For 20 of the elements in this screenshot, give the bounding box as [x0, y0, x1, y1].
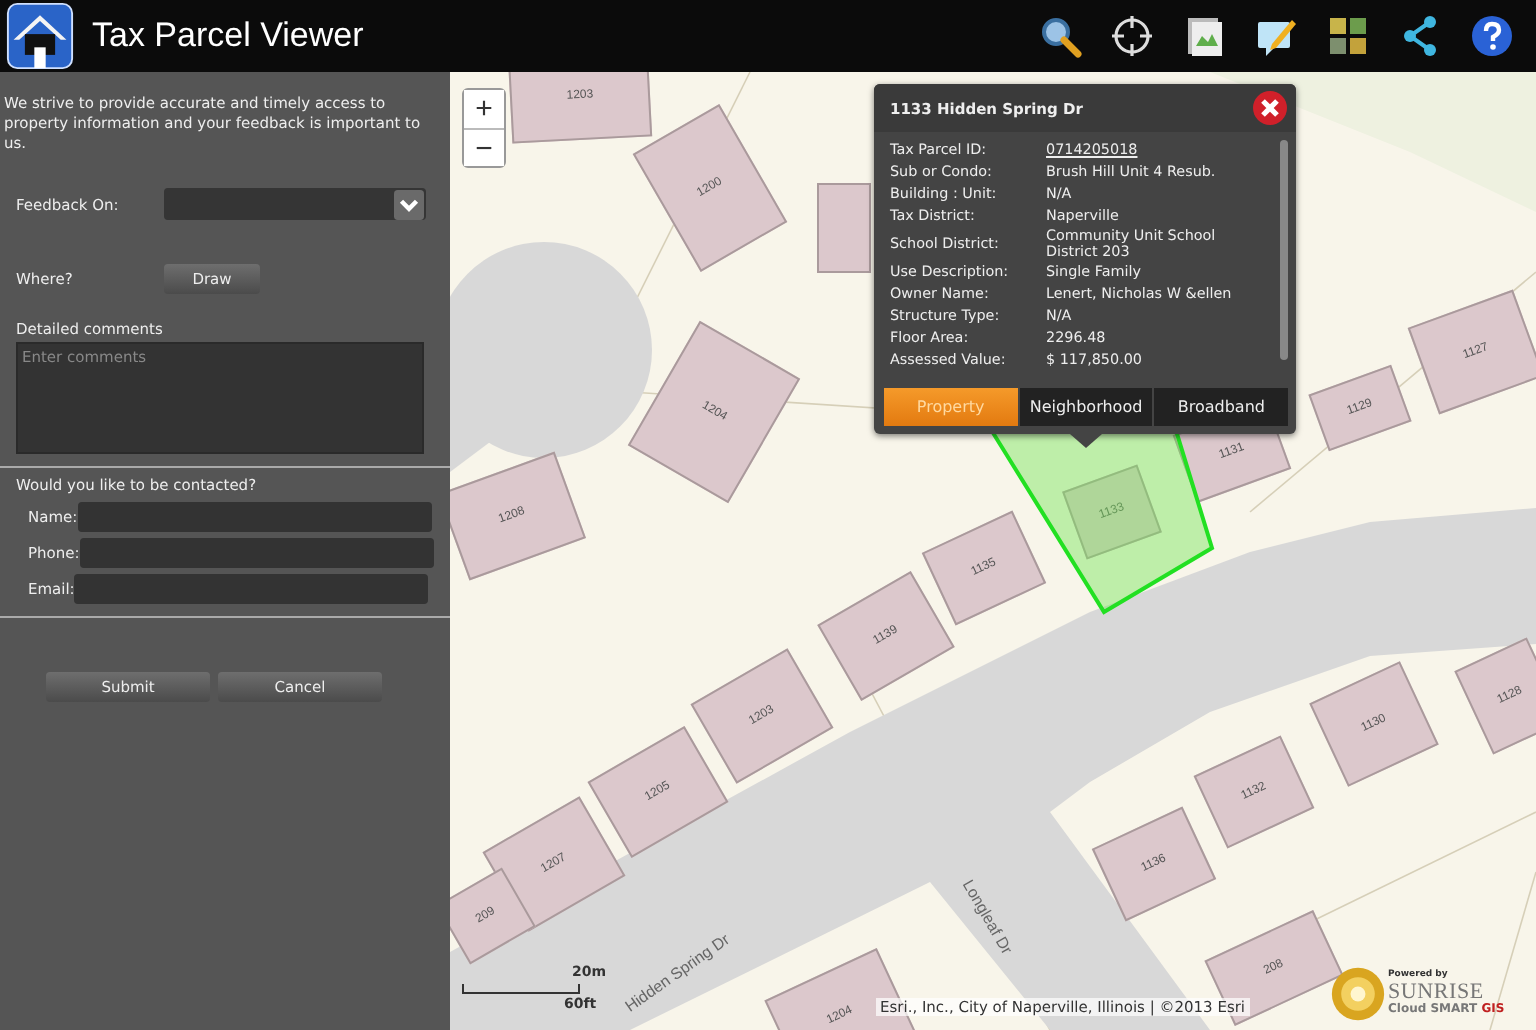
input-field[interactable]: [79, 538, 434, 569]
popup-tab[interactable]: Neighborhood: [1017, 388, 1153, 426]
close-icon[interactable]: [1252, 90, 1288, 126]
share-icon[interactable]: [1398, 14, 1442, 58]
chevron-down-icon: [394, 189, 424, 220]
help-icon[interactable]: [1470, 14, 1514, 58]
sun-logo-icon: [1330, 966, 1386, 1022]
grid-icon[interactable]: [1326, 14, 1370, 58]
note-pencil-icon[interactable]: [1254, 14, 1298, 58]
scrollbar[interactable]: [1280, 140, 1288, 360]
popup-tab[interactable]: Broadband: [1152, 388, 1289, 426]
scale-bar: [462, 984, 580, 994]
picture-document-icon[interactable]: [1182, 14, 1226, 58]
crosshair-icon[interactable]: [1110, 14, 1154, 58]
app-title: Tax Parcel Viewer: [92, 16, 364, 56]
input-field[interactable]: [74, 574, 429, 605]
brand-name: SUNRISE: [1388, 981, 1484, 1004]
input-field[interactable]: [77, 502, 432, 533]
zoom-out-button[interactable]: −: [464, 128, 504, 166]
search-icon[interactable]: [1038, 14, 1082, 58]
